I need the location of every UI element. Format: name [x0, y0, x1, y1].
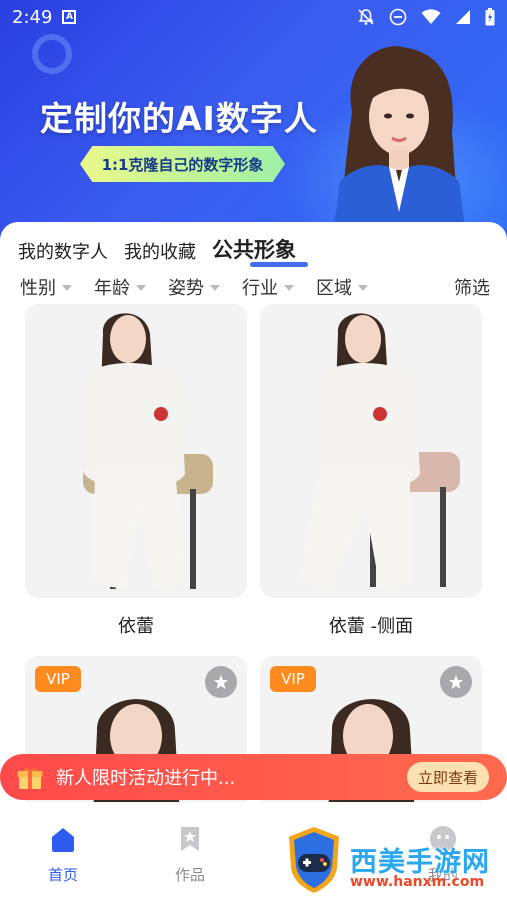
game-controller-shield-icon: [286, 824, 342, 896]
caret-down-icon: [62, 285, 72, 291]
caret-down-icon: [358, 285, 368, 291]
avatar-photo: [260, 304, 482, 596]
site-watermark: 西美手游网 www.hanxm.com: [284, 824, 504, 898]
filter-gender-label: 性别: [20, 278, 56, 299]
avatar-tabs: 我的数字人 我的收藏 公共形象: [18, 234, 308, 267]
gift-icon: [17, 767, 43, 789]
tab-public-avatars-label: 公共形象: [212, 238, 296, 262]
nav-works[interactable]: 作品: [150, 824, 230, 885]
app-notification-icon: A: [62, 10, 77, 24]
star-icon: [449, 675, 463, 689]
filter-region[interactable]: 区域: [316, 274, 368, 300]
vip-badge: VIP: [35, 666, 81, 692]
favorite-button[interactable]: [205, 666, 237, 698]
view-now-button[interactable]: 立即查看: [407, 762, 489, 792]
battery-icon: [485, 8, 495, 26]
avatar-card-name: 依蕾: [118, 616, 154, 637]
caret-down-icon: [284, 285, 294, 291]
filter-industry-label: 行业: [242, 278, 278, 299]
decorative-ring: [32, 34, 72, 74]
signal-icon: [456, 10, 470, 24]
promo-banner[interactable]: 新人限时活动进行中... 立即查看: [0, 754, 507, 800]
status-time: 2:49: [12, 6, 53, 28]
tab-public-avatars[interactable]: 公共形象: [212, 234, 308, 267]
home-icon: [52, 828, 74, 852]
filter-pose[interactable]: 姿势: [168, 274, 220, 300]
filter-age[interactable]: 年龄: [94, 274, 146, 300]
do-not-disturb-icon: [389, 8, 407, 26]
star-icon: [214, 675, 228, 689]
filter-screen-button[interactable]: 筛选: [454, 274, 490, 300]
avatar-card[interactable]: [260, 304, 482, 598]
avatar-card[interactable]: [25, 304, 247, 598]
nav-home-label: 首页: [47, 866, 78, 884]
wifi-icon: [421, 9, 441, 24]
filter-pose-label: 姿势: [168, 278, 204, 299]
digital-avatar-illustration: [332, 46, 467, 240]
tab-favorites[interactable]: 我的收藏: [124, 238, 196, 264]
content-panel: 我的数字人 我的收藏 公共形象 性别 年龄 姿势 行业 区域 筛选 依蕾 依蕾 …: [0, 222, 507, 802]
filter-region-label: 区域: [316, 278, 352, 299]
filter-bar: 性别 年龄 姿势 行业 区域 筛选: [20, 274, 490, 300]
avatar-photo: [25, 304, 247, 596]
active-tab-indicator: [250, 262, 308, 267]
filter-industry[interactable]: 行业: [242, 274, 294, 300]
avatar-card-name: 依蕾 -侧面: [328, 616, 414, 637]
promo-text: 新人限时活动进行中...: [56, 768, 236, 789]
banner-title: 定制你的AI数字人: [40, 99, 318, 138]
caret-down-icon: [210, 285, 220, 291]
nav-works-label: 作品: [174, 866, 205, 884]
filter-gender[interactable]: 性别: [20, 274, 72, 300]
tab-my-avatars[interactable]: 我的数字人: [18, 238, 108, 264]
watermark-url: www.hanxm.com: [350, 874, 485, 890]
hero-banner[interactable]: 2:49 A 定制你的AI数字人 1:1克隆自己的数字形象: [0, 0, 507, 240]
filter-age-label: 年龄: [94, 278, 130, 299]
nav-home[interactable]: 首页: [23, 824, 103, 885]
status-bar: 2:49 A: [0, 0, 507, 34]
works-icon: [181, 827, 199, 851]
favorite-button[interactable]: [440, 666, 472, 698]
banner-subtitle-badge: 1:1克隆自己的数字形象: [80, 146, 285, 182]
caret-down-icon: [136, 285, 146, 291]
mute-icon: [358, 9, 374, 25]
vip-badge: VIP: [270, 666, 316, 692]
